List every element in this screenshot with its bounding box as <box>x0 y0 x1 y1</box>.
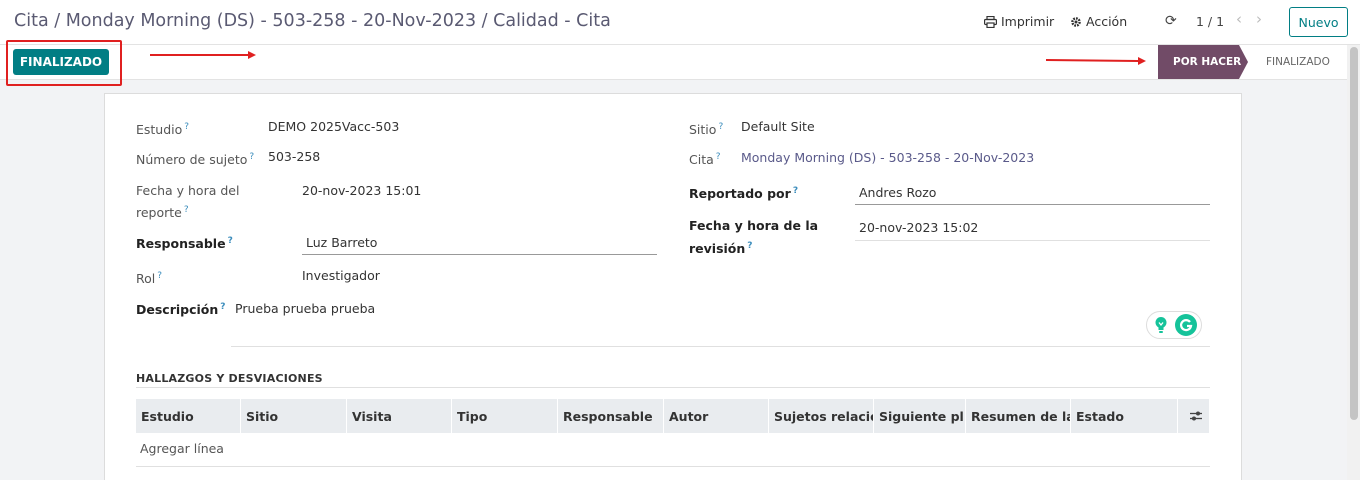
rol-label: Rol? <box>136 271 163 287</box>
reportado-por-underline <box>855 204 1210 205</box>
numero-sujeto-value: 503-258 <box>268 149 321 164</box>
refresh-icon[interactable]: ⟳ <box>1165 13 1177 29</box>
help-icon[interactable]: ? <box>220 302 225 312</box>
printer-icon <box>984 15 997 28</box>
help-icon[interactable]: ? <box>718 122 723 132</box>
add-line-link[interactable]: Agregar línea <box>140 441 224 456</box>
column-estado[interactable]: Estado <box>1071 399 1178 433</box>
lightbulb-icon[interactable] <box>1151 315 1171 335</box>
estudio-value: DEMO 2025Vacc-503 <box>268 119 400 134</box>
column-resumen[interactable]: Resumen de la... <box>966 399 1071 433</box>
stage-finalizado[interactable]: FINALIZADO <box>1266 56 1330 68</box>
control-panel: Cita / Monday Morning (DS) - 503-258 - 2… <box>0 0 1360 45</box>
fecha-reporte-label: Fecha y hora del <box>136 183 240 198</box>
column-estudio[interactable]: Estudio <box>136 399 241 433</box>
gear-icon <box>1071 16 1081 27</box>
responsable-input[interactable]: Luz Barreto <box>306 233 377 253</box>
grammarly-icon[interactable] <box>1175 314 1197 336</box>
help-icon[interactable]: ? <box>249 152 254 162</box>
action-button[interactable]: Acción <box>1070 14 1127 29</box>
annotation-arrow-icon <box>150 51 256 59</box>
findings-table-header: Estudio Sitio Visita Tipo Responsable Au… <box>136 399 1210 433</box>
responsable-underline <box>302 254 657 255</box>
fecha-reporte-label-line2: reporte? <box>136 205 189 221</box>
cita-label: Cita? <box>689 152 721 168</box>
fecha-revision-label: Fecha y hora de la <box>689 218 819 233</box>
pager-value[interactable]: 1 / 1 <box>1196 14 1224 29</box>
chevron-right-icon[interactable]: › <box>1256 10 1262 28</box>
chevron-left-icon[interactable]: ‹ <box>1236 10 1242 28</box>
numero-sujeto-label: Número de sujeto? <box>136 152 255 168</box>
breadcrumb[interactable]: Cita / Monday Morning (DS) - 503-258 - 2… <box>14 11 611 31</box>
column-settings-icon[interactable] <box>1178 399 1210 433</box>
estudio-label: Estudio? <box>136 122 190 138</box>
fecha-revision-underline <box>855 240 1210 241</box>
findings-section-title: HALLAZGOS Y DESVIACIONES <box>136 372 323 385</box>
column-sujetos-relacionados[interactable]: Sujetos relacio... <box>769 399 874 433</box>
help-icon[interactable]: ? <box>716 152 721 162</box>
new-button[interactable]: Nuevo <box>1289 7 1348 37</box>
table-row-divider <box>136 466 1210 467</box>
rol-value: Investigador <box>302 268 380 283</box>
help-icon[interactable]: ? <box>184 122 189 132</box>
column-tipo[interactable]: Tipo <box>452 399 558 433</box>
help-icon[interactable]: ? <box>184 205 189 215</box>
fecha-revision-input[interactable]: 20-nov-2023 15:02 <box>859 218 978 238</box>
column-visita[interactable]: Visita <box>347 399 452 433</box>
annotation-highlight-box <box>6 40 122 86</box>
print-label: Imprimir <box>1001 14 1055 29</box>
cita-link[interactable]: Monday Morning (DS) - 503-258 - 20-Nov-2… <box>741 148 1034 168</box>
column-responsable[interactable]: Responsable <box>558 399 664 433</box>
responsable-label: Responsable? <box>136 236 233 252</box>
descripcion-label: Descripción? <box>136 302 226 318</box>
action-label: Acción <box>1086 14 1128 29</box>
sitio-label: Sitio? <box>689 122 724 138</box>
section-divider <box>136 387 1210 388</box>
reportado-por-label: Reportado por? <box>689 186 799 202</box>
column-autor[interactable]: Autor <box>664 399 769 433</box>
writing-assistant[interactable] <box>1146 311 1202 339</box>
sitio-value: Default Site <box>741 119 815 134</box>
help-icon[interactable]: ? <box>793 186 798 196</box>
descripcion-underline <box>231 346 1210 347</box>
scrollbar-thumb[interactable] <box>1350 47 1358 420</box>
column-sitio[interactable]: Sitio <box>241 399 347 433</box>
help-icon[interactable]: ? <box>228 236 233 246</box>
reportado-por-input[interactable]: Andres Rozo <box>859 183 936 203</box>
stage-por-hacer[interactable]: POR HACER <box>1158 45 1248 79</box>
help-icon[interactable]: ? <box>747 241 752 251</box>
annotation-arrow-icon <box>1046 57 1146 65</box>
help-icon[interactable]: ? <box>157 271 162 281</box>
descripcion-editor[interactable]: Prueba prueba prueba <box>235 299 375 319</box>
fecha-revision-label-line2: revisión? <box>689 241 753 257</box>
fecha-reporte-value: 20-nov-2023 15:01 <box>302 183 422 198</box>
print-button[interactable]: Imprimir <box>984 14 1054 29</box>
column-siguiente-plan[interactable]: Siguiente pl... <box>874 399 966 433</box>
